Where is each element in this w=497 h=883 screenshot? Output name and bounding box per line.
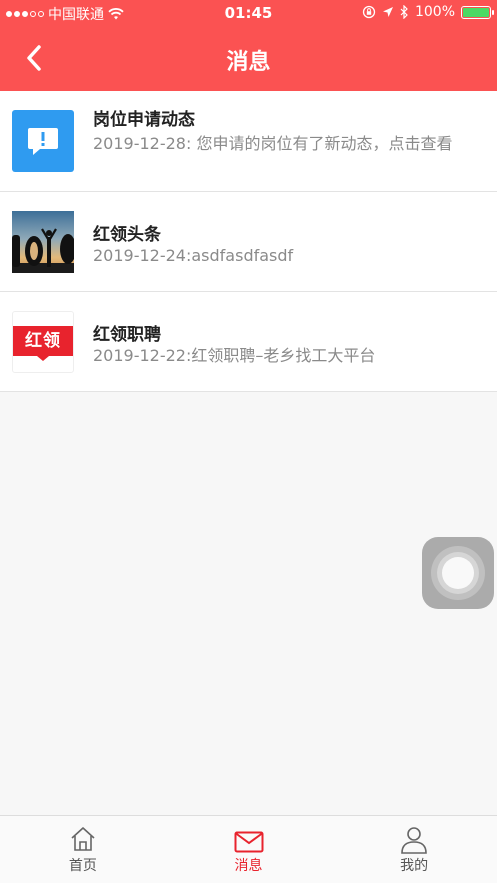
user-icon [401, 827, 427, 854]
top-header: 中国联通 01:45 100% 消息 [0, 0, 497, 91]
message-preview: 2019-12-28: 您申请的岗位有了新动态，点击查看 [93, 134, 453, 153]
message-title: 岗位申请动态 [93, 110, 195, 130]
brand-logo-text: 红领 [13, 326, 73, 356]
battery-percent: 100% [414, 4, 455, 20]
assistive-touch-button[interactable] [422, 537, 494, 609]
sunset-photo-thumbnail [12, 211, 74, 273]
message-item-job-application[interactable]: 岗位申请动态 2019-12-28: 您申请的岗位有了新动态，点击查看 [0, 91, 497, 192]
bluetooth-icon [400, 5, 408, 19]
message-preview: 2019-12-22:红领职聘–老乡找工大平台 [93, 346, 376, 365]
message-title: 红领职聘 [93, 325, 161, 345]
rotation-lock-icon [362, 5, 376, 19]
tab-home[interactable]: 首页 [0, 816, 166, 883]
page-title: 消息 [226, 50, 271, 75]
battery-icon [461, 5, 494, 19]
message-item-headlines[interactable]: 红领头条 2019-12-24:asdfasdfasdf [0, 192, 497, 292]
tab-label: 首页 [68, 858, 97, 874]
message-item-recruitment[interactable]: 红领 红领职聘 2019-12-22:红领职聘–老乡找工大平台 [0, 292, 497, 392]
message-title: 红领头条 [93, 225, 161, 245]
home-icon [71, 827, 95, 851]
tab-messages[interactable]: 消息 [166, 816, 332, 883]
brand-logo: 红领 [12, 311, 74, 373]
nav-bar: 消息 [0, 26, 497, 91]
location-arrow-icon [382, 7, 393, 17]
tab-label: 消息 [234, 858, 263, 874]
message-list: 岗位申请动态 2019-12-28: 您申请的岗位有了新动态，点击查看 红领头条… [0, 91, 497, 392]
bottom-tab-bar: 首页 消息 我的 [0, 815, 497, 883]
status-bar: 中国联通 01:45 100% [0, 0, 497, 26]
mail-icon [234, 831, 263, 853]
tab-label: 我的 [400, 858, 429, 874]
message-preview: 2019-12-24:asdfasdfasdf [93, 246, 294, 265]
tab-profile[interactable]: 我的 [331, 816, 497, 883]
notice-icon [12, 110, 74, 172]
